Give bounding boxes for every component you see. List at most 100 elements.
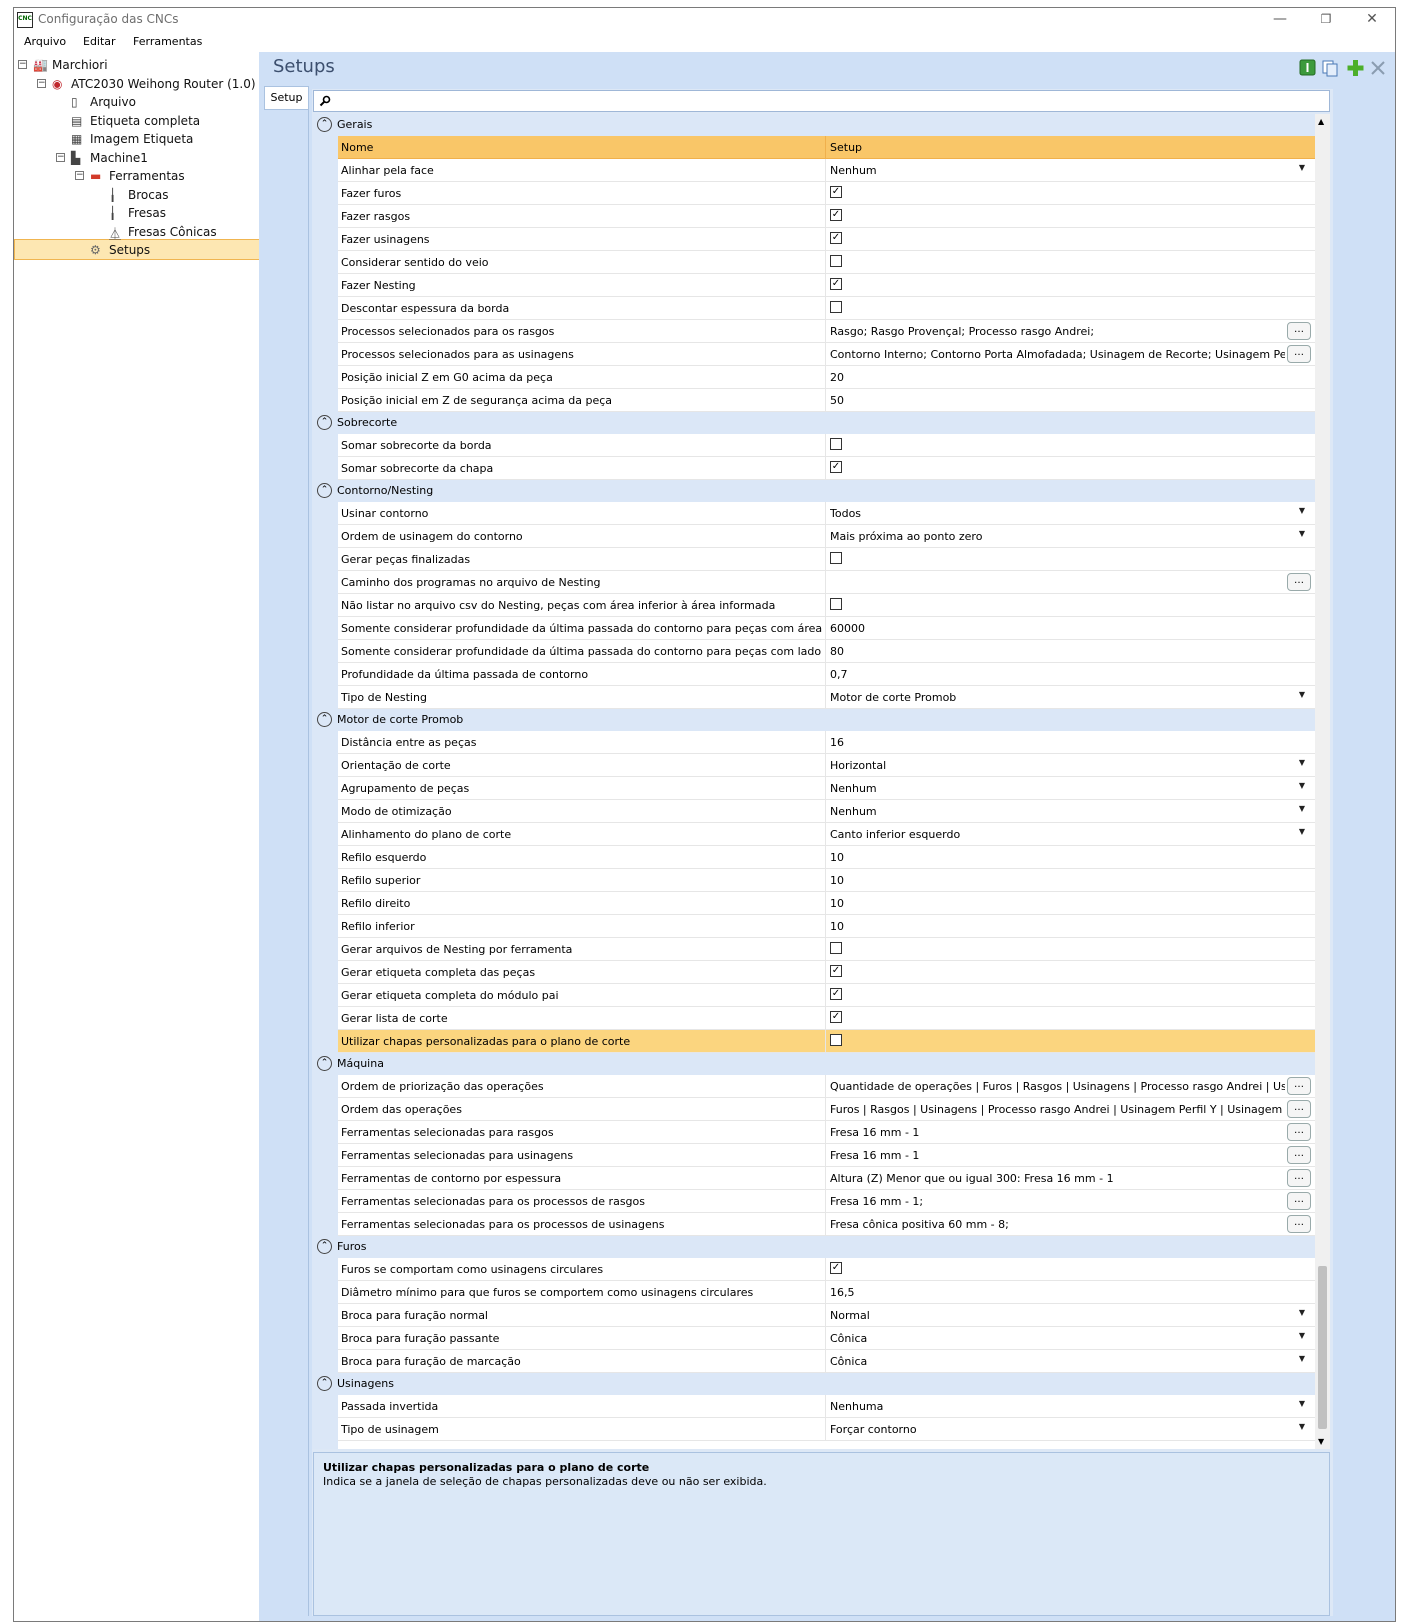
property-value-cell[interactable]: Contorno Interno; Contorno Porta Almofad… (825, 343, 1313, 365)
property-value-cell[interactable]: ✓ (825, 1007, 1313, 1029)
property-value-cell[interactable]: ✓ (825, 984, 1313, 1006)
dropdown-arrow-icon[interactable]: ▼ (1299, 758, 1305, 767)
tree-node[interactable]: ▤ Etiqueta completa (14, 113, 270, 131)
property-row[interactable]: Fazer Nesting ✓ (338, 274, 1315, 297)
property-row[interactable]: Refilo superior 10 (338, 869, 1315, 892)
property-value-cell[interactable]: Fresa 16 mm - 1… (825, 1144, 1313, 1166)
property-row[interactable]: Gerar peças finalizadas (338, 548, 1315, 571)
property-checkbox[interactable] (830, 301, 842, 313)
property-value-cell[interactable]: 16,5 (825, 1281, 1313, 1303)
property-row[interactable]: Diâmetro mínimo para que furos se compor… (338, 1281, 1315, 1304)
property-row[interactable]: Posição inicial Z em G0 acima da peça 20 (338, 366, 1315, 389)
property-value-cell[interactable]: Nenhum ▼ (825, 159, 1313, 181)
property-value-cell[interactable]: … (825, 571, 1313, 593)
property-value[interactable]: Nenhum (830, 164, 1285, 177)
property-row[interactable]: Processos selecionados para as usinagens… (338, 343, 1315, 366)
collapse-category-icon[interactable]: ⌃ (317, 117, 332, 132)
property-value-cell[interactable] (825, 434, 1313, 456)
property-value[interactable]: Altura (Z) Menor que ou igual 300: Fresa… (830, 1172, 1285, 1185)
property-value[interactable]: Mais próxima ao ponto zero (830, 530, 1285, 543)
property-row[interactable]: Usinar contorno Todos ▼ (338, 502, 1315, 525)
property-row[interactable]: Somar sobrecorte da borda (338, 434, 1315, 457)
property-row[interactable]: Não listar no arquivo csv do Nesting, pe… (338, 594, 1315, 617)
property-value[interactable]: Fresa cônica positiva 60 mm - 8; (830, 1218, 1285, 1231)
dropdown-arrow-icon[interactable]: ▼ (1299, 804, 1305, 813)
property-row[interactable]: Fazer rasgos ✓ (338, 205, 1315, 228)
dropdown-arrow-icon[interactable]: ▼ (1299, 690, 1305, 699)
property-value-cell[interactable]: ✓ (825, 182, 1313, 204)
property-row[interactable]: Ordem de usinagem do contorno Mais próxim… (338, 525, 1315, 548)
property-value-cell[interactable]: Cônica ▼ (825, 1327, 1313, 1349)
property-row[interactable]: Refilo inferior 10 (338, 915, 1315, 938)
property-row[interactable]: Fazer furos ✓ (338, 182, 1315, 205)
dropdown-arrow-icon[interactable]: ▼ (1299, 1422, 1305, 1431)
property-value[interactable]: 16,5 (830, 1286, 1285, 1299)
menu-ferramentas[interactable]: Ferramentas (133, 35, 202, 48)
property-value-cell[interactable]: Nenhum ▼ (825, 800, 1313, 822)
property-row[interactable]: Distância entre as peças 16 (338, 731, 1315, 754)
category-4[interactable]: ⌃ Máquina (312, 1053, 1315, 1075)
property-value[interactable]: 50 (830, 394, 1285, 407)
property-value[interactable]: Motor de corte Promob (830, 691, 1285, 704)
property-row[interactable]: Somente considerar profundidade da últim… (338, 640, 1315, 663)
property-row[interactable]: Tipo de Nesting Motor de corte Promob ▼ (338, 686, 1315, 709)
category-2[interactable]: ⌃ Contorno/Nesting (312, 480, 1315, 502)
property-checkbox[interactable]: ✓ (830, 461, 842, 473)
dropdown-arrow-icon[interactable]: ▼ (1299, 163, 1305, 172)
property-row[interactable]: Processos selecionados para os rasgos Ras… (338, 320, 1315, 343)
property-row[interactable]: Somar sobrecorte da chapa ✓ (338, 457, 1315, 480)
property-row[interactable]: Furos se comportam como usinagens circul… (338, 1258, 1315, 1281)
property-row[interactable]: Ferramentas selecionadas para os process… (338, 1190, 1315, 1213)
vertical-scrollbar[interactable]: ▲ ▼ (1315, 114, 1330, 1449)
property-value-cell[interactable]: 16 (825, 731, 1313, 753)
property-row[interactable]: Ferramentas selecionadas para rasgos Fres… (338, 1121, 1315, 1144)
property-checkbox[interactable]: ✓ (830, 232, 842, 244)
property-value[interactable]: 10 (830, 851, 1285, 864)
tree-node[interactable]: ╽ Fresas (14, 205, 270, 223)
collapse-category-icon[interactable]: ⌃ (317, 1056, 332, 1071)
property-row[interactable]: Gerar lista de corte ✓ (338, 1007, 1315, 1030)
add-icon[interactable] (1347, 60, 1364, 76)
dropdown-arrow-icon[interactable]: ▼ (1299, 529, 1305, 538)
tree-node[interactable]: − ◉ ATC2030 Weihong Router (1.0) (14, 76, 270, 94)
property-value-cell[interactable]: 0,7 (825, 663, 1313, 685)
property-value-cell[interactable]: Canto inferior esquerdo ▼ (825, 823, 1313, 845)
ellipsis-button[interactable]: … (1287, 322, 1311, 340)
property-value-cell[interactable]: Motor de corte Promob ▼ (825, 686, 1313, 708)
property-row[interactable]: Considerar sentido do veio (338, 251, 1315, 274)
collapse-category-icon[interactable]: ⌃ (317, 1376, 332, 1391)
property-row[interactable]: Profundidade da última passada de contor… (338, 663, 1315, 686)
dropdown-arrow-icon[interactable]: ▼ (1299, 1399, 1305, 1408)
property-value[interactable]: 60000 (830, 622, 1285, 635)
property-row[interactable]: Ferramentas selecionadas para os process… (338, 1213, 1315, 1236)
property-value-cell[interactable]: ✓ (825, 228, 1313, 250)
remove-icon[interactable] (1371, 61, 1385, 75)
dropdown-arrow-icon[interactable]: ▼ (1299, 781, 1305, 790)
property-checkbox[interactable]: ✓ (830, 1011, 842, 1023)
property-value[interactable]: Fresa 16 mm - 1 (830, 1149, 1285, 1162)
property-value-cell[interactable]: Nenhum ▼ (825, 777, 1313, 799)
ellipsis-button[interactable]: … (1287, 573, 1311, 591)
property-row[interactable]: Descontar espessura da borda (338, 297, 1315, 320)
scroll-up-icon[interactable]: ▲ (1318, 117, 1324, 126)
collapse-icon[interactable]: − (37, 78, 46, 88)
property-value-cell[interactable]: Altura (Z) Menor que ou igual 300: Fresa… (825, 1167, 1313, 1189)
property-checkbox[interactable] (830, 438, 842, 450)
property-value[interactable]: Rasgo; Rasgo Provençal; Processo rasgo A… (830, 325, 1285, 338)
property-row[interactable]: Alinhar pela face Nenhum ▼ (338, 159, 1315, 182)
property-value-cell[interactable]: Mais próxima ao ponto zero ▼ (825, 525, 1313, 547)
property-value[interactable]: Normal (830, 1309, 1285, 1322)
property-row[interactable]: Gerar etiqueta completa das peças ✓ (338, 961, 1315, 984)
property-value[interactable]: Nenhum (830, 805, 1285, 818)
property-value-cell[interactable] (825, 548, 1313, 570)
menu-editar[interactable]: Editar (83, 35, 116, 48)
property-checkbox[interactable] (830, 552, 842, 564)
property-row[interactable]: Orientação de corte Horizontal ▼ (338, 754, 1315, 777)
property-row[interactable]: Agrupamento de peças Nenhum ▼ (338, 777, 1315, 800)
property-value[interactable]: Cônica (830, 1332, 1285, 1345)
property-value-cell[interactable]: Quantidade de operações | Furos | Rasgos… (825, 1075, 1313, 1097)
property-value-cell[interactable]: Forçar contorno ▼ (825, 1418, 1313, 1440)
property-value-cell[interactable]: Cônica ▼ (825, 1350, 1313, 1372)
property-row[interactable]: Ferramentas selecionadas para usinagens F… (338, 1144, 1315, 1167)
tree-node[interactable]: ╽ Brocas (14, 187, 270, 205)
